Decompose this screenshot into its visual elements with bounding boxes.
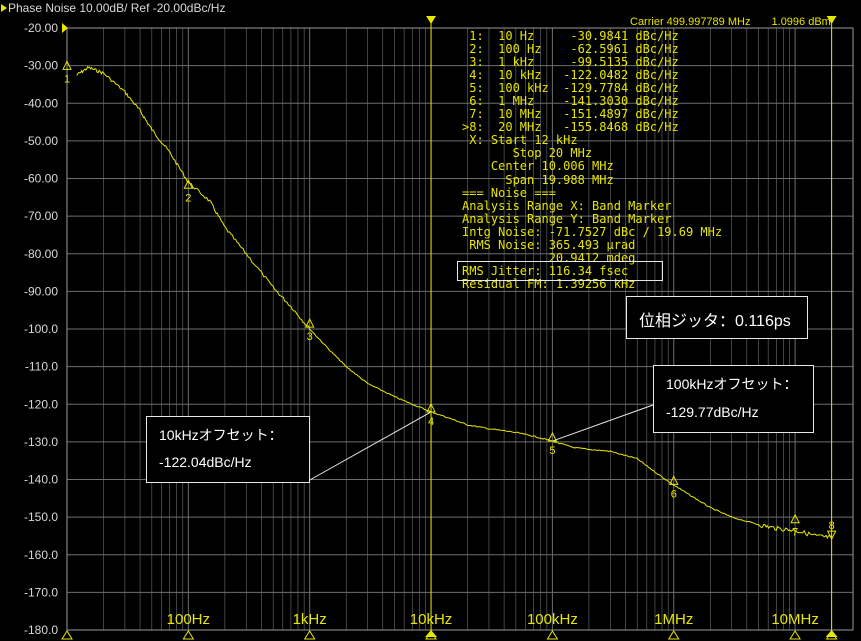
y-tick-label: -170.0: [24, 585, 58, 599]
callout-connectors: [307, 404, 654, 482]
marker-axis-icon: [182, 630, 195, 640]
y-tick-label: -160.0: [24, 548, 58, 562]
carrier-power: 1.0996 dBm: [771, 16, 831, 28]
marker-label: 6: [671, 488, 677, 500]
marker-table-row: === Noise ===: [462, 185, 556, 200]
marker-label: 3: [307, 331, 313, 343]
callout-phase-jitter-value: 位相ジッタ：0.116ps: [639, 313, 791, 330]
y-tick-label: -180.0: [24, 623, 58, 637]
callout-10khz-offset: 10kHzオフセット： -122.04dBc/Hz: [146, 416, 310, 483]
y-tick-label: -60.00: [24, 172, 58, 186]
marker-label: 4: [428, 416, 434, 428]
marker-axis-icon: [303, 630, 316, 640]
y-tick-label: -30.00: [24, 59, 58, 73]
marker-table-row: Analysis Range X: Band Marker: [462, 198, 672, 213]
band-marker-top-icon: [426, 16, 437, 24]
marker-table-row: Intg Noise: -71.7527 dBc / 19.69 MHz: [462, 224, 723, 239]
marker-table-row: Analysis Range Y: Band Marker: [462, 211, 672, 226]
y-tick-label: -150.0: [24, 510, 58, 524]
marker-label: 1: [64, 73, 70, 85]
y-tick-label: -120.0: [24, 397, 58, 411]
marker-table-row: Span 19.988 MHz: [462, 172, 614, 187]
marker-table-row: RMS Noise: 365.493 µrad: [462, 237, 636, 252]
callout-10khz-value: -122.04dBc/Hz: [159, 454, 252, 470]
y-tick-label: -70.00: [24, 209, 58, 223]
y-tick-label: -50.00: [24, 134, 58, 148]
x-tick-label: 100kHz: [527, 611, 578, 628]
callout-100khz-value: -129.77dBc/Hz: [666, 404, 759, 420]
phase-noise-screen: Phase Noise 10.00dB/ Ref -20.00dBc/Hz -2…: [0, 0, 861, 641]
y-tick-labels: -20.00 -30.00 -40.00 -50.00 -60.00 -70.00 -80.…: [24, 21, 68, 637]
y-tick-label: -130.0: [24, 435, 58, 449]
callout-connector-10khz: [307, 411, 432, 482]
callout-10khz-title: 10kHzオフセット：: [159, 427, 283, 443]
callout-phase-jitter: 位相ジッタ：0.116ps: [626, 296, 808, 339]
callout-connector-100khz: [552, 404, 654, 442]
marker-axis-icon: [667, 630, 680, 640]
marker-table-row: Center 10.006 MHz: [462, 159, 614, 174]
marker-axis-icon: [61, 630, 73, 640]
marker-label: 5: [549, 445, 555, 457]
x-tick-label: 1kHz: [293, 611, 327, 628]
x-tick-label: 10MHz: [771, 611, 819, 628]
marker-label: 2: [185, 192, 191, 204]
x-tick-labels: 100Hz 1kHz 10kHz 100kHz 1MHz 10MHz: [167, 611, 819, 628]
y-tick-label: -20.00: [24, 21, 58, 35]
marker-label: 7: [792, 527, 798, 539]
marker-label: 8: [829, 520, 835, 532]
x-tick-label: 100Hz: [167, 611, 210, 628]
rms-jitter-highlight: [457, 261, 663, 281]
y-tick-label: -140.0: [24, 473, 58, 487]
y-tick-label: -80.00: [24, 247, 58, 261]
marker-axis-icon: [789, 630, 802, 640]
x-tick-label: 1MHz: [654, 611, 693, 628]
y-tick-label: -40.00: [24, 96, 58, 110]
marker-axis-icon: [546, 630, 559, 640]
y-tick-label: -110.0: [25, 360, 58, 374]
marker-table: 1: 10 Hz -30.9841 dBc/Hz 2: 100 Hz -62.5…: [462, 29, 723, 291]
carrier-label: Carrier 499.997789 MHz: [630, 16, 751, 28]
callout-100khz-title: 100kHzオフセット：: [666, 376, 798, 392]
callout-100khz-offset: 100kHzオフセット： -129.77dBc/Hz: [653, 365, 814, 433]
y-tick-label: -100.0: [24, 322, 58, 336]
carrier-readout: Carrier 499.997789 MHz 1.0996 dBm: [630, 16, 831, 28]
y-tick-label: -90.00: [24, 284, 58, 298]
